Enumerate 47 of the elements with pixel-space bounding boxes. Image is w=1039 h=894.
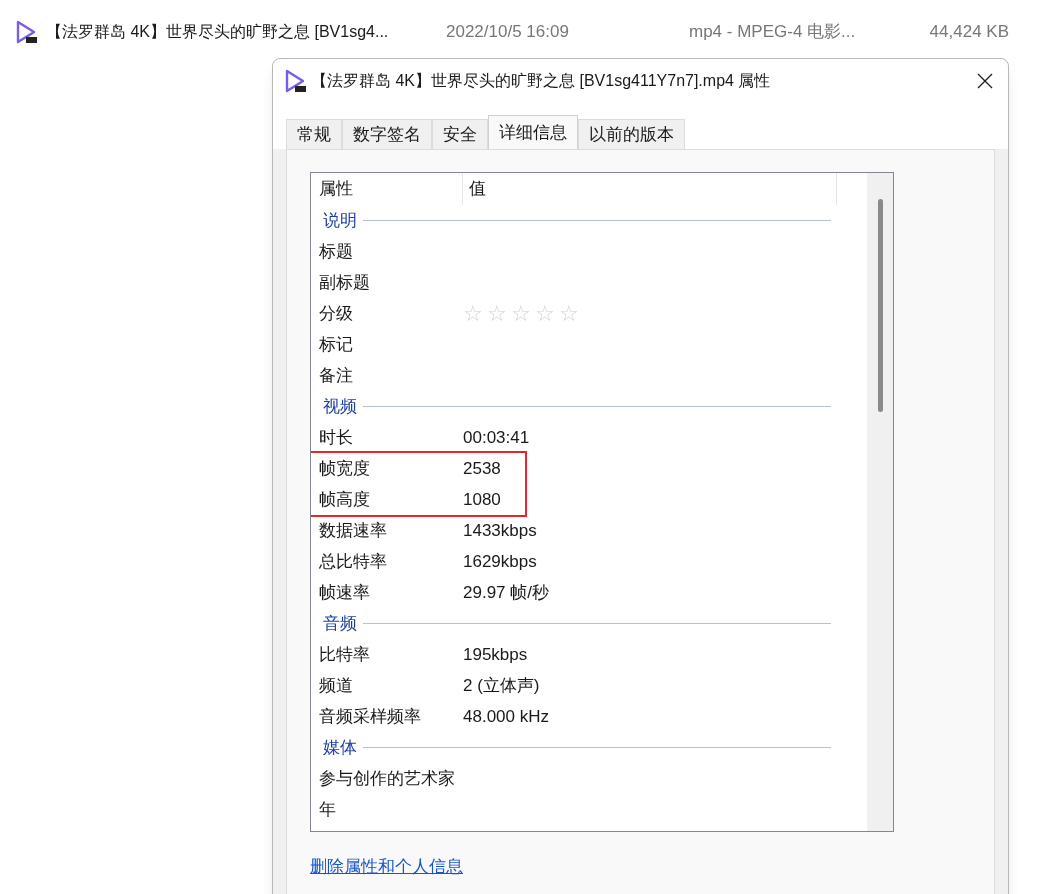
dialog-title: 【法罗群岛 4K】世界尽头的旷野之息 [BV1sg411Y7n7].mp4 属性 [311,71,772,91]
remove-properties-link[interactable]: 删除属性和个人信息 [310,854,463,880]
property-name: 帧高度 [318,488,371,511]
property-name: 备注 [318,364,354,387]
tab[interactable]: 以前的版本 [578,119,685,149]
file-size: 44,424 KB [928,21,1009,44]
property-name: 副标题 [318,271,371,294]
group-header: 媒体 [323,736,357,759]
property-value: 48.000 kHz [463,705,549,728]
scrollbar[interactable] [867,173,893,831]
property-name: 频道 [318,674,354,697]
group-header: 说明 [323,209,357,232]
property-value: 1433kbps [463,519,537,542]
file-type: mp4 - MPEG-4 电影... [689,21,857,44]
column-header[interactable]: 属性 [311,173,463,205]
tab[interactable]: 数字签名 [342,119,432,149]
property-value: 1629kbps [463,550,537,573]
property-name: 音频采样频率 [318,705,422,728]
file-date: 2022/10/5 16:09 [446,21,570,44]
property-name: 标题 [318,240,354,263]
tab[interactable]: 常规 [286,119,342,149]
video-file-icon [14,20,38,44]
property-value: 1080 [463,488,501,511]
property-value: 00:03:41 [463,426,530,449]
group-header: 视频 [323,395,357,418]
property-name: 年 [318,798,337,821]
video-file-icon [283,69,307,93]
property-name: 总比特率 [318,550,388,573]
property-value: 2538 [463,457,501,480]
property-value: 195kbps [463,643,528,666]
scrollbar-thumb[interactable] [877,199,883,412]
property-name: 参与创作的艺术家 [318,767,456,790]
property-name: 标记 [318,333,354,356]
property-value: 29.97 帧/秒 [463,581,549,604]
property-name: 帧宽度 [318,457,371,480]
tab[interactable]: 详细信息 [488,115,578,149]
property-name: 数据速率 [318,519,388,542]
property-name: 比特率 [318,643,371,666]
property-value: 2 (立体声) [463,674,540,697]
property-name: 分级 [318,302,354,325]
property-name: 时长 [318,426,354,449]
property-name: 帧速率 [318,581,371,604]
close-icon [977,73,993,89]
group-header: 音频 [323,612,357,635]
column-header[interactable]: 值 [463,173,837,205]
tab[interactable]: 安全 [432,119,488,149]
file-name[interactable]: 【法罗群岛 4K】世界尽头的旷野之息 [BV1sg4... [46,20,446,44]
